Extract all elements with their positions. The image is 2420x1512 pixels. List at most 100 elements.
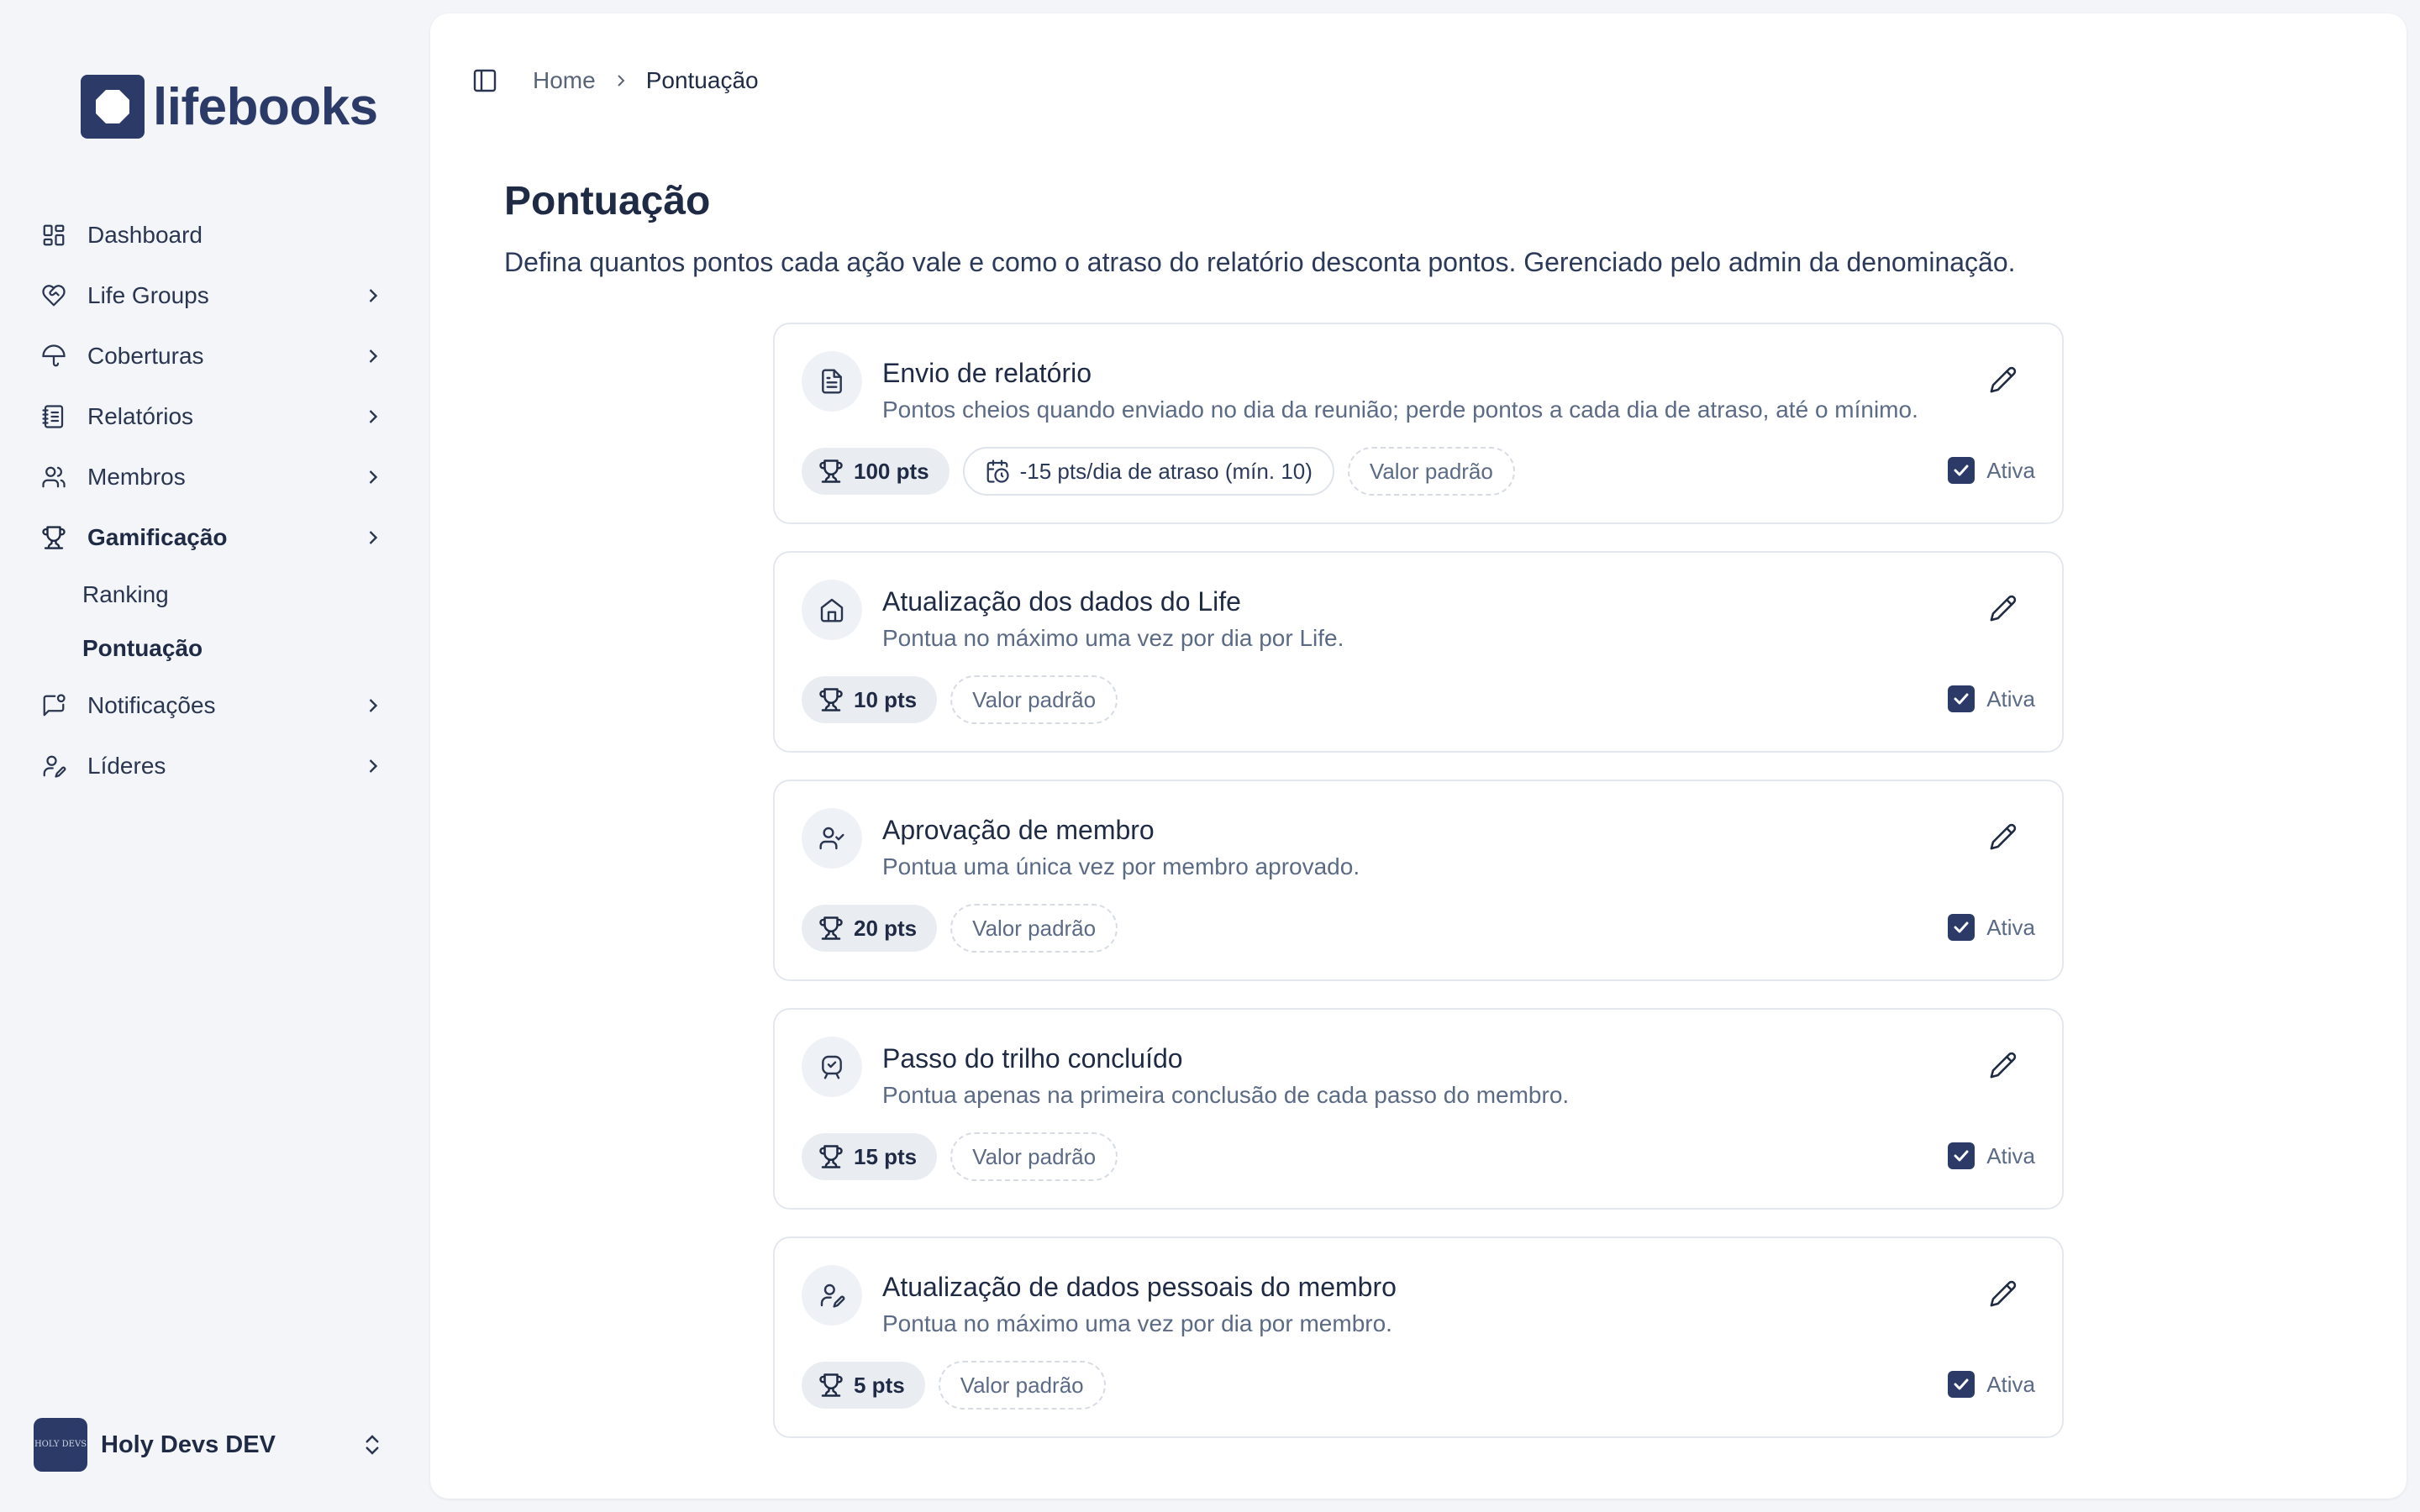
- users-icon: [40, 464, 67, 491]
- sidebar-nav: Dashboard Life Groups Coberturas Relatór…: [34, 205, 397, 796]
- edit-button[interactable]: [1985, 590, 2022, 627]
- chevron-right-icon: [369, 759, 378, 773]
- rule-card: Aprovação de membro Pontua uma única vez…: [773, 780, 2064, 981]
- dashboard-icon: [40, 222, 67, 249]
- sidebar: lifebooks Dashboard Life Groups Cobertur…: [0, 0, 430, 1512]
- pencil-icon: [1990, 1052, 2017, 1079]
- sidebar-item-lideres[interactable]: Líderes: [34, 736, 397, 796]
- rule-chips: 10 pts Valor padrão: [802, 675, 1118, 724]
- default-value-badge: Valor padrão: [950, 904, 1118, 953]
- points-badge: 20 pts: [802, 905, 938, 952]
- default-value-badge: Valor padrão: [938, 1361, 1106, 1410]
- rule-title: Aprovação de membro: [882, 815, 1155, 845]
- sidebar-item-label: Coberturas: [87, 343, 204, 369]
- rule-chips: 100 pts -15 pts/dia de atraso (mín. 10) …: [802, 447, 1515, 496]
- rule-description: Pontos cheios quando enviado no dia da r…: [882, 396, 1918, 423]
- rule-card: Envio de relatório Pontos cheios quando …: [773, 323, 2064, 524]
- trophy-icon: [819, 1145, 843, 1168]
- check-icon: [1948, 1142, 1975, 1169]
- topbar: Home Pontuação: [471, 50, 759, 111]
- breadcrumb-current: Pontuação: [645, 67, 759, 93]
- active-checkbox[interactable]: Ativa: [1948, 1371, 2035, 1398]
- rule-card: Passo do trilho concluído Pontua apenas …: [773, 1008, 2064, 1210]
- sidebar-subitem-ranking[interactable]: Ranking: [34, 568, 397, 622]
- late-penalty-badge: -15 pts/dia de atraso (mín. 10): [962, 447, 1334, 496]
- rule-description: Pontua no máximo uma vez por dia por Lif…: [882, 625, 1344, 651]
- message-bell-icon: [40, 692, 67, 719]
- trophy-icon: [40, 524, 67, 551]
- active-checkbox[interactable]: Ativa: [1948, 914, 2035, 941]
- active-checkbox[interactable]: Ativa: [1948, 1142, 2035, 1169]
- trophy-icon: [819, 459, 843, 483]
- sidebar-item-label: Gamificação: [87, 524, 228, 550]
- sidebar-item-dashboard[interactable]: Dashboard: [34, 205, 397, 265]
- check-icon: [1948, 914, 1975, 941]
- sidebar-item-label: Life Groups: [87, 282, 209, 308]
- rule-card: Atualização de dados pessoais do membro …: [773, 1236, 2064, 1438]
- rule-description: Pontua apenas na primeira conclusão de c…: [882, 1082, 1570, 1108]
- brand-logo[interactable]: lifebooks: [81, 74, 378, 139]
- home-icon: [802, 580, 862, 640]
- sidebar-item-coberturas[interactable]: Coberturas: [34, 326, 397, 386]
- rules-list: Envio de relatório Pontos cheios quando …: [773, 323, 2064, 1465]
- umbrella-icon: [40, 343, 67, 370]
- pencil-icon: [1990, 366, 2017, 393]
- points-badge: 10 pts: [802, 676, 938, 723]
- badge-check-icon: [802, 1037, 862, 1097]
- sidebar-item-label: Dashboard: [87, 222, 203, 248]
- chevron-right-icon: [369, 410, 378, 423]
- rule-chips: 5 pts Valor padrão: [802, 1361, 1106, 1410]
- calendar-clock-icon: [986, 459, 1009, 483]
- sidebar-item-membros[interactable]: Membros: [34, 447, 397, 507]
- rule-chips: 15 pts Valor padrão: [802, 1132, 1118, 1181]
- breadcrumb-home[interactable]: Home: [533, 67, 596, 94]
- active-checkbox[interactable]: Ativa: [1948, 457, 2035, 484]
- trophy-icon: [819, 688, 843, 711]
- sidebar-toggle-icon[interactable]: [471, 66, 499, 95]
- points-value: 10 pts: [854, 686, 918, 712]
- sidebar-item-life-groups[interactable]: Life Groups: [34, 265, 397, 326]
- points-value: 5 pts: [854, 1372, 905, 1398]
- sidebar-subitem-pontuacao[interactable]: Pontuação: [34, 622, 397, 675]
- active-label: Ativa: [1986, 914, 2035, 940]
- rule-title: Passo do trilho concluído: [882, 1043, 1183, 1074]
- edit-button[interactable]: [1985, 1275, 2022, 1312]
- sidebar-item-label: Relatórios: [87, 403, 194, 429]
- workspace-avatar-text: HOLY DEVS: [34, 1440, 87, 1449]
- active-label: Ativa: [1986, 1142, 2035, 1168]
- sidebar-item-label: Notificações: [87, 692, 216, 718]
- page-title: Pontuação: [504, 179, 711, 223]
- main-panel: Home Pontuação Pontuação Defina quantos …: [430, 13, 2407, 1499]
- check-icon: [1948, 457, 1975, 484]
- logo-mark-icon: [81, 75, 145, 139]
- user-check-icon: [802, 808, 862, 869]
- pencil-icon: [1990, 823, 2017, 850]
- edit-button[interactable]: [1985, 818, 2022, 855]
- sidebar-item-label: Líderes: [87, 753, 166, 779]
- edit-button[interactable]: [1985, 1047, 2022, 1084]
- edit-button[interactable]: [1985, 361, 2022, 398]
- heart-handshake-icon: [40, 282, 67, 309]
- chevron-right-icon: [369, 699, 378, 712]
- chevrons-up-down-icon: [366, 1435, 379, 1455]
- chevron-right-icon: [369, 470, 378, 484]
- rule-title: Envio de relatório: [882, 358, 1092, 388]
- rule-title: Atualização dos dados do Life: [882, 586, 1241, 617]
- points-badge: 15 pts: [802, 1133, 938, 1180]
- active-label: Ativa: [1986, 457, 2035, 483]
- points-badge: 5 pts: [802, 1362, 925, 1409]
- rule-chips: 20 pts Valor padrão: [802, 904, 1118, 953]
- pencil-icon: [1990, 595, 2017, 622]
- check-icon: [1948, 1371, 1975, 1398]
- workspace-name: Holy Devs DEV: [101, 1431, 276, 1458]
- sidebar-item-gamificacao[interactable]: Gamificação: [34, 507, 397, 568]
- sidebar-item-relatorios[interactable]: Relatórios: [34, 386, 397, 447]
- points-badge: 100 pts: [802, 448, 950, 495]
- workspace-switcher[interactable]: HOLY DEVS Holy Devs DEV: [34, 1411, 397, 1478]
- late-penalty-text: -15 pts/dia de atraso (mín. 10): [1019, 458, 1313, 484]
- chevron-right-icon: [369, 289, 378, 302]
- rule-description: Pontua no máximo uma vez por dia por mem…: [882, 1310, 1392, 1336]
- default-value-badge: Valor padrão: [950, 1132, 1118, 1181]
- active-checkbox[interactable]: Ativa: [1948, 685, 2035, 712]
- sidebar-item-notificacoes[interactable]: Notificações: [34, 675, 397, 736]
